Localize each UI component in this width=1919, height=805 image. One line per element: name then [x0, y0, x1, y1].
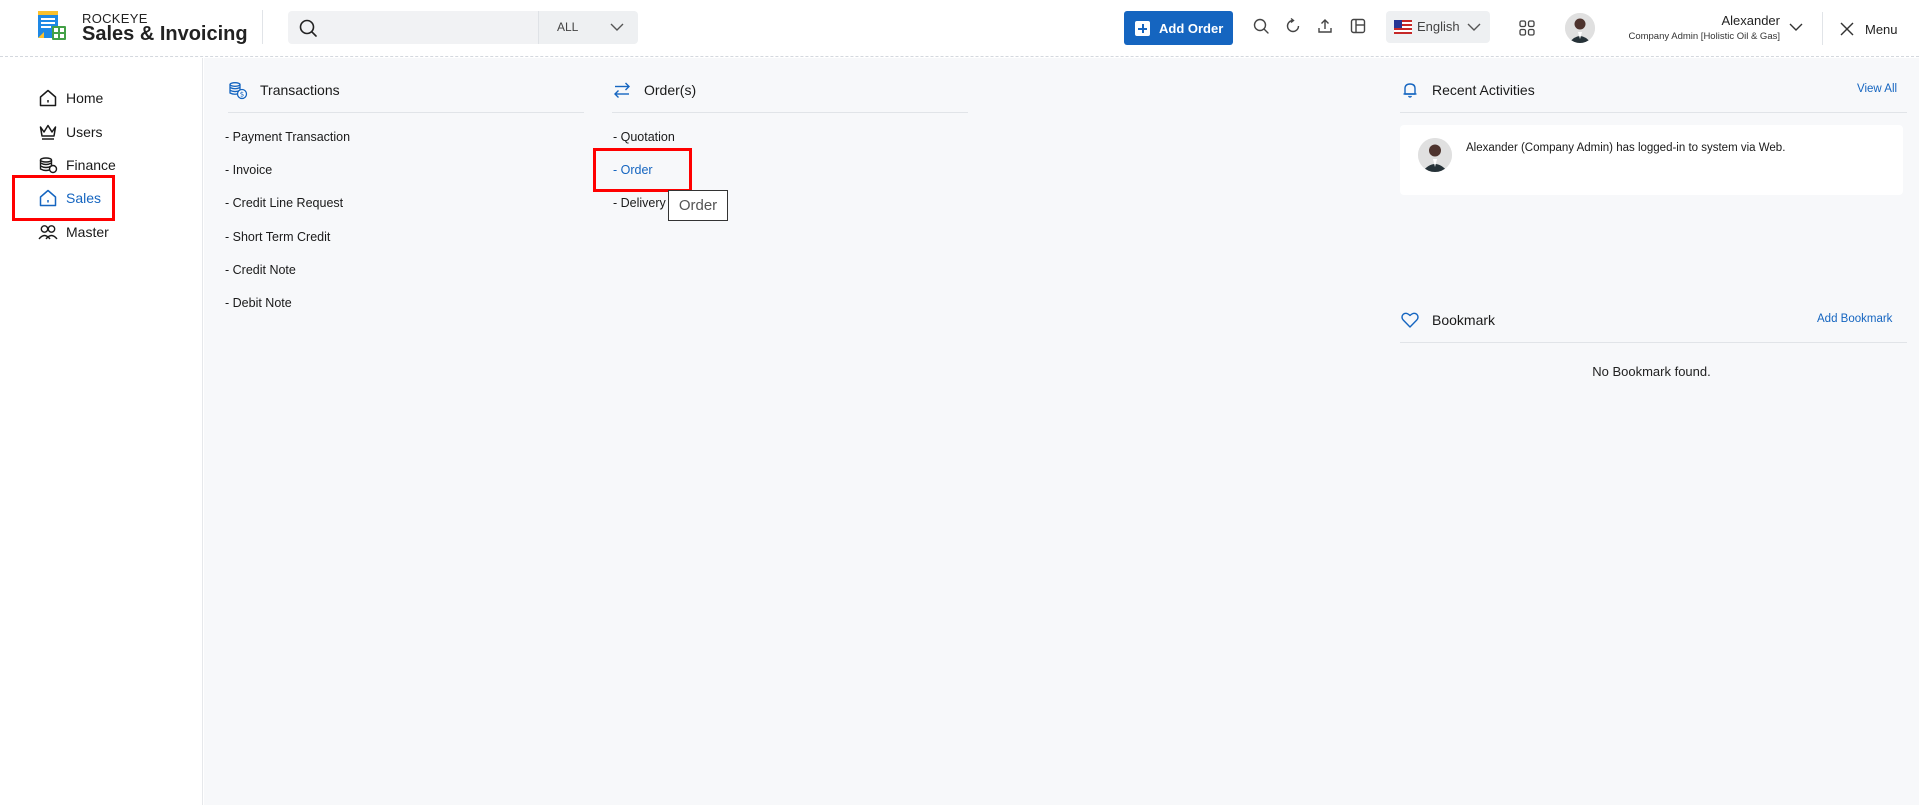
link-invoice[interactable]: - Invoice	[225, 163, 272, 177]
transactions-divider	[228, 112, 584, 113]
sales-house-icon	[39, 189, 57, 207]
sidebar-item-master[interactable]: Master	[38, 220, 188, 244]
add-order-label: Add Order	[1159, 21, 1224, 36]
sidebar-item-home[interactable]: Home	[38, 86, 188, 110]
search-scope-value: ALL	[557, 20, 579, 34]
close-icon	[1840, 22, 1854, 36]
language-value: English	[1417, 19, 1460, 34]
upload-icon[interactable]	[1316, 17, 1334, 35]
user-avatar-icon	[1565, 13, 1595, 43]
exchange-arrows-icon	[614, 82, 630, 98]
link-credit-note[interactable]: - Credit Note	[225, 263, 296, 277]
link-quotation[interactable]: - Quotation	[613, 130, 675, 144]
orders-divider	[612, 112, 968, 113]
transactions-icon: $	[229, 82, 248, 100]
link-delivery[interactable]: - Delivery	[613, 196, 666, 210]
chevron-down-icon	[1467, 23, 1481, 31]
transactions-header: $ Transactions	[228, 80, 578, 110]
main-content: $ Transactions - Payment Transaction - I…	[204, 58, 1919, 805]
header-divider	[1822, 12, 1823, 45]
sidebar-item-users[interactable]: Users	[38, 120, 188, 144]
menu-button[interactable]: Menu	[1838, 20, 1913, 40]
view-all-link[interactable]: View All	[1857, 83, 1897, 95]
user-role: Company Admin [Holistic Oil & Gas]	[1628, 31, 1780, 42]
activity-text: Alexander (Company Admin) has logged-in …	[1466, 142, 1786, 154]
recent-activities-header: Recent Activities	[1400, 80, 1900, 110]
brand-product: Sales & Invoicing	[82, 23, 248, 45]
brand-divider	[262, 10, 263, 44]
user-avatar[interactable]	[1565, 13, 1595, 43]
link-credit-line-request[interactable]: - Credit Line Request	[225, 196, 343, 210]
sidebar-item-finance[interactable]: Finance	[38, 153, 188, 177]
search-input[interactable]	[324, 17, 529, 39]
bell-icon	[1403, 83, 1417, 98]
us-flag-icon	[1394, 20, 1412, 34]
bookmark-empty-message: No Bookmark found.	[1592, 364, 1711, 379]
search-scope-select[interactable]: ALL	[538, 11, 638, 44]
sidebar-item-label: Sales	[66, 190, 102, 206]
sidebar: Home Users Finance Sales Master	[0, 58, 203, 805]
svg-text:$: $	[240, 91, 244, 99]
plus-icon	[1135, 21, 1150, 36]
recent-activities-title: Recent Activities	[1432, 82, 1535, 98]
add-bookmark-link[interactable]: Add Bookmark	[1817, 313, 1892, 325]
chevron-down-icon[interactable]	[1788, 21, 1804, 33]
user-name: Alexander	[1721, 13, 1780, 28]
link-order[interactable]: - Order	[613, 163, 653, 177]
orders-header: Order(s)	[612, 80, 962, 110]
link-payment-transaction[interactable]: - Payment Transaction	[225, 130, 350, 144]
sidebar-item-label: Master	[66, 224, 109, 240]
link-short-term-credit[interactable]: - Short Term Credit	[225, 230, 330, 244]
orders-title: Order(s)	[644, 82, 697, 98]
sidebar-item-label: Users	[66, 124, 103, 140]
bookmark-divider	[1400, 342, 1907, 343]
activity-entry: Alexander (Company Admin) has logged-in …	[1400, 125, 1903, 195]
language-select[interactable]: English	[1386, 11, 1490, 43]
app-logo-icon	[38, 11, 66, 40]
order-tooltip: Order	[668, 190, 728, 221]
home-icon	[39, 89, 57, 107]
user-avatar-icon	[1418, 138, 1452, 172]
transactions-title: Transactions	[260, 82, 340, 98]
activity-avatar	[1418, 138, 1452, 172]
add-order-button[interactable]: Add Order	[1124, 11, 1233, 45]
sidebar-item-sales[interactable]: Sales	[38, 186, 188, 210]
crown-icon	[39, 124, 57, 140]
top-bar: ROCKEYE Sales & Invoicing ALL Add Order	[0, 0, 1919, 57]
sidebar-item-label: Home	[66, 90, 104, 106]
apps-grid-icon[interactable]	[1518, 19, 1536, 37]
heart-icon	[1401, 312, 1419, 328]
link-debit-note[interactable]: - Debit Note	[225, 296, 292, 310]
refresh-icon[interactable]	[1284, 17, 1302, 35]
layout-icon[interactable]	[1349, 17, 1367, 35]
chevron-down-icon	[610, 23, 624, 31]
recent-activities-divider	[1400, 112, 1907, 113]
sidebar-item-label: Finance	[66, 157, 116, 173]
coins-icon	[39, 157, 58, 174]
bookmark-title: Bookmark	[1432, 312, 1496, 328]
search-box	[288, 11, 538, 44]
search-icon[interactable]	[1252, 17, 1270, 35]
search-icon	[299, 19, 317, 37]
menu-label: Menu	[1865, 22, 1898, 37]
users-icon	[38, 225, 58, 240]
